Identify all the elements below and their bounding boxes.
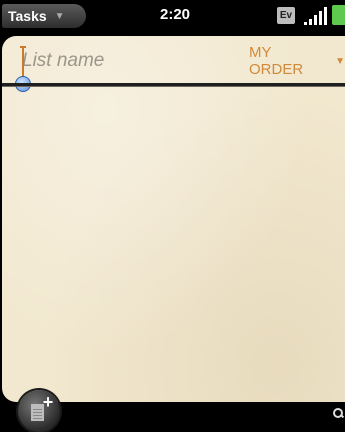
sort-order-label: MY ORDER <box>249 44 304 78</box>
clock: 2:20 <box>159 6 191 23</box>
battery-icon <box>332 5 345 25</box>
app-menu-label: Tasks <box>8 8 47 24</box>
network-badge: Ev <box>277 7 295 24</box>
chevron-down-icon: ▼ <box>335 55 345 67</box>
sort-order-menu[interactable]: MY ORDER ▼ <box>249 44 345 78</box>
app-menu[interactable]: Tasks ▼ <box>2 4 86 28</box>
add-item-button[interactable]: + <box>18 390 60 432</box>
list-card: MY ORDER ▼ + <box>2 36 345 432</box>
plus-icon: + <box>42 392 54 412</box>
text-cursor-handle[interactable] <box>15 46 31 92</box>
header-divider-shadow <box>2 86 345 87</box>
signal-icon <box>298 7 328 25</box>
list-name-input[interactable] <box>22 48 222 74</box>
search-icon[interactable] <box>333 408 345 419</box>
chevron-down-icon: ▼ <box>54 10 65 22</box>
list-header: MY ORDER ▼ <box>2 36 345 92</box>
status-bar: Tasks ▼ 2:20 Ev <box>0 0 345 32</box>
